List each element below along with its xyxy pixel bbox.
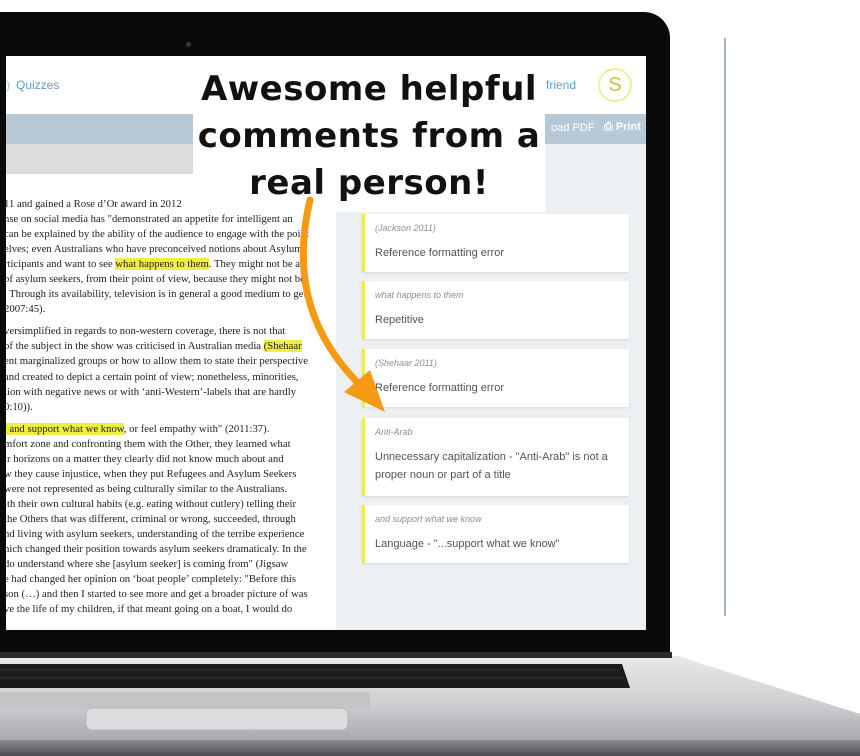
comment-card[interactable]: (Shehaar 2011) Reference formatting error [362, 349, 629, 407]
document-line: the Others that was different, criminal … [6, 512, 296, 525]
document-paragraph: 11 and gained a Rose d’Or award in 2012 n… [6, 197, 334, 317]
document-line: mfort zone and confronting them with the… [6, 437, 291, 450]
document-line: and created to depict a certain point of… [6, 370, 299, 383]
highlighted-text[interactable]: (Shehaar [263, 340, 302, 353]
document-line: tion with negative news or with ‘anti-We… [6, 385, 297, 398]
document-line: e had changed her opinion on ‘boat peopl… [6, 573, 297, 586]
nav-quizzes[interactable]: ) Quizzes [6, 78, 59, 92]
document-line: nse on social media has "demonstrated an… [6, 213, 293, 226]
comment-quote: (Shehaar 2011) [375, 358, 437, 368]
document-line: hich changed their position towards asyl… [6, 543, 307, 556]
webcam-icon [186, 42, 191, 47]
laptop-keyboard-base [0, 652, 860, 756]
document-paragraph: versimplified in regards to non-western … [6, 324, 334, 414]
highlighted-text[interactable]: , and support what we know [6, 422, 124, 435]
document-line: do understand where she [asylum seeker] … [6, 558, 289, 571]
comment-text: Unnecessary capitalization - "Anti-Arab"… [375, 451, 608, 481]
document-line: ith their own cultural habits (e.g. eati… [6, 497, 297, 510]
avatar[interactable]: S [598, 68, 632, 102]
document-line: ent marginalized groups or how to allow … [6, 355, 309, 368]
document-paragraph: , and support what we know, or feel empa… [6, 422, 334, 618]
divider-line [724, 38, 726, 616]
highlighted-text[interactable]: what happens to them [115, 258, 209, 271]
document-line: were not represented as being culturally… [6, 482, 288, 495]
document-line: can be explained by the ability of the a… [6, 228, 309, 241]
comment-card[interactable]: what happens to them Repetitive [362, 281, 629, 339]
document-line: w they cause injustice, when they put Re… [6, 467, 297, 480]
print-button[interactable]: ⎙ Print [604, 121, 641, 134]
document-line: versimplified in regards to non-western … [6, 325, 286, 338]
comment-quote: (Jackson 2011) [375, 223, 436, 233]
callout-box: Awesome helpful comments from a real per… [193, 62, 545, 212]
comment-card[interactable]: Anti-Arab Unnecessary capitalization - "A… [362, 418, 629, 496]
nav-invite-friend[interactable]: friend [546, 78, 576, 92]
document-line: 2007:45). [6, 303, 46, 316]
quiz-icon: ) [6, 78, 10, 92]
comment-text: Reference formatting error [375, 382, 504, 394]
callout-text: Awesome helpful comments from a real per… [197, 69, 541, 203]
document-line: . Through its availability, television i… [6, 288, 307, 301]
comment-text: Repetitive [375, 314, 424, 326]
document-line: son (…) and then I started to see more a… [6, 588, 308, 601]
document-text: 11 and gained a Rose d’Or award in 2012 n… [6, 197, 334, 624]
download-pdf-button[interactable]: oad PDF [551, 122, 594, 134]
document-line: ve the life of my children, if that mean… [6, 603, 293, 616]
comment-text: Reference formatting error [375, 247, 504, 259]
comment-card[interactable]: and support what we know Language - "...s… [362, 505, 629, 563]
comment-quote: what happens to them [375, 290, 464, 300]
document-line: nd living with asylum seekers, understan… [6, 527, 305, 540]
comment-quote: Anti-Arab [375, 427, 413, 437]
document-line: rticipants and want to see what happens … [6, 258, 305, 271]
comment-text: Language - "...support what we know" [375, 538, 560, 550]
document-line: of asylum seekers, from their point of v… [6, 273, 305, 286]
document-pane: 11 and gained a Rose d’Or award in 2012 n… [6, 174, 336, 630]
document-line: , and support what we know, or feel empa… [6, 422, 270, 435]
document-line: 0:10)). [6, 400, 33, 413]
document-line: ir horizons on a matter they clearly did… [6, 452, 284, 465]
comment-card[interactable]: (Jackson 2011) Reference formatting error [362, 214, 629, 272]
printer-icon: ⎙ [604, 121, 613, 133]
comment-quote: and support what we know [375, 514, 482, 524]
document-line: elves; even Australians who have preconc… [6, 243, 303, 256]
document-line: of the subject in the show was criticise… [6, 340, 302, 353]
